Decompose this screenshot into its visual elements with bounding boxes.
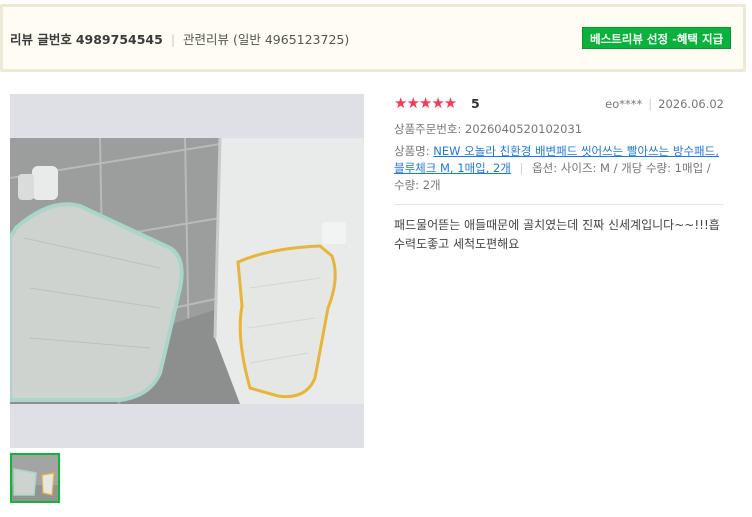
thumbnail-image [12,455,58,501]
review-id-label: 리뷰 글번호 [10,32,72,47]
review-date: 2026.06.02 [658,97,724,111]
review-content: 패드물어뜯는 애들때문에 골치였는데 진짜 신세계입니다~~!!!흡수력도좋고 … [394,218,720,251]
related-reviews: 관련리뷰 (일반 4965123725) [183,32,350,47]
product-label: 상품명: [394,144,430,158]
rating-score: 5 [471,96,480,111]
review-meta: 리뷰 글번호 4989754545 | 관련리뷰 (일반 4965123725) [10,29,349,48]
best-review-badge: 베스트리뷰 선정 -혜택 지급 [582,27,732,49]
info-divider [394,204,724,205]
product-separator: | [519,161,524,175]
reviewer-name: eo**** [605,97,643,111]
order-number: 상품주문번호: 2026040520102031 [394,122,583,136]
star-rating-icon: ★★★★★ [394,94,457,112]
reviewer-separator: | [648,97,653,111]
review-photo[interactable] [10,94,364,448]
review-photo-image [10,138,364,404]
reviewer-info: eo**** | 2026.06.02 [605,97,724,111]
review-info: ★★★★★ 5 eo**** | 2026.06.02 상품주문번호: 202604… [394,94,724,254]
review-id: 4989754545 [75,32,163,47]
meta-separator: | [170,32,176,47]
product-info: 상품명: NEW 오놀라 친환경 배변패드 씻어쓰는 빨아쓰는 방수패드, 블루… [394,143,724,194]
review-photo-thumbnail[interactable] [10,453,60,503]
rating-row: ★★★★★ 5 eo**** | 2026.06.02 [394,94,724,114]
